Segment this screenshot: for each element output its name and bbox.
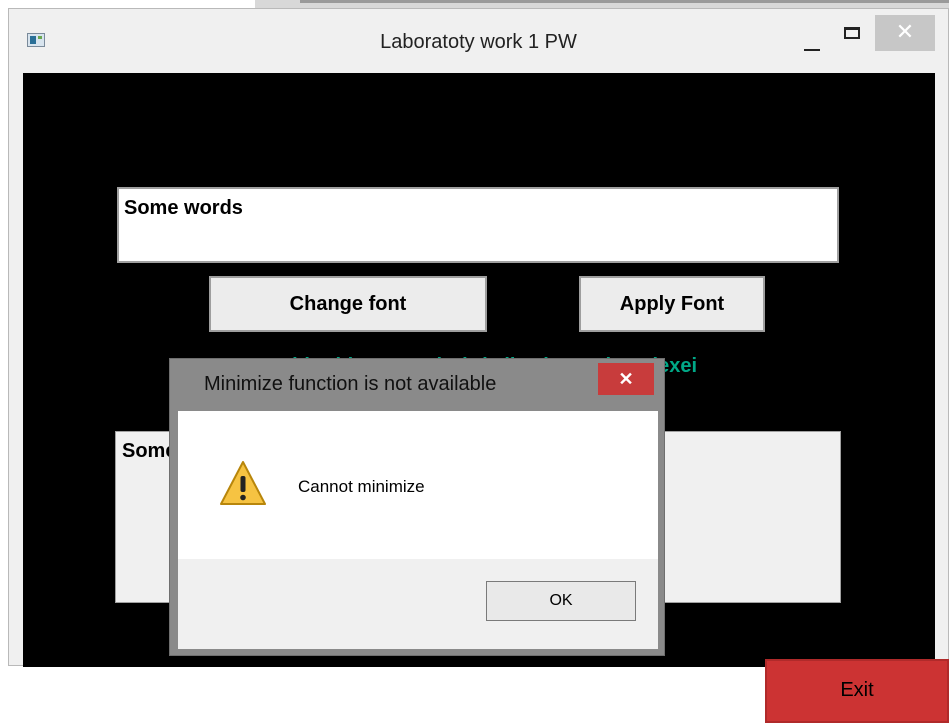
change-font-button[interactable]: Change font <box>209 276 487 332</box>
minimize-button[interactable] <box>793 23 831 53</box>
dialog-title: Minimize function is not available <box>204 373 497 395</box>
warning-icon <box>220 461 266 505</box>
maximize-button[interactable] <box>833 23 871 53</box>
dialog-close-button[interactable]: ✕ <box>598 363 654 395</box>
ok-button[interactable]: OK <box>486 581 636 621</box>
message-box: Minimize function is not available ✕ Can… <box>169 358 665 656</box>
title-bar[interactable]: Laboratoty work 1 PW ✕ <box>9 9 948 73</box>
dialog-message: Cannot minimize <box>298 477 425 496</box>
exit-button[interactable]: Exit <box>765 659 949 723</box>
text-input[interactable]: Some words <box>117 187 839 263</box>
dialog-body: Cannot minimize <box>178 411 658 559</box>
close-button[interactable]: ✕ <box>875 15 935 51</box>
background-window-edge <box>300 0 949 3</box>
apply-font-button[interactable]: Apply Font <box>579 276 765 332</box>
dialog-footer: OK <box>178 559 658 649</box>
